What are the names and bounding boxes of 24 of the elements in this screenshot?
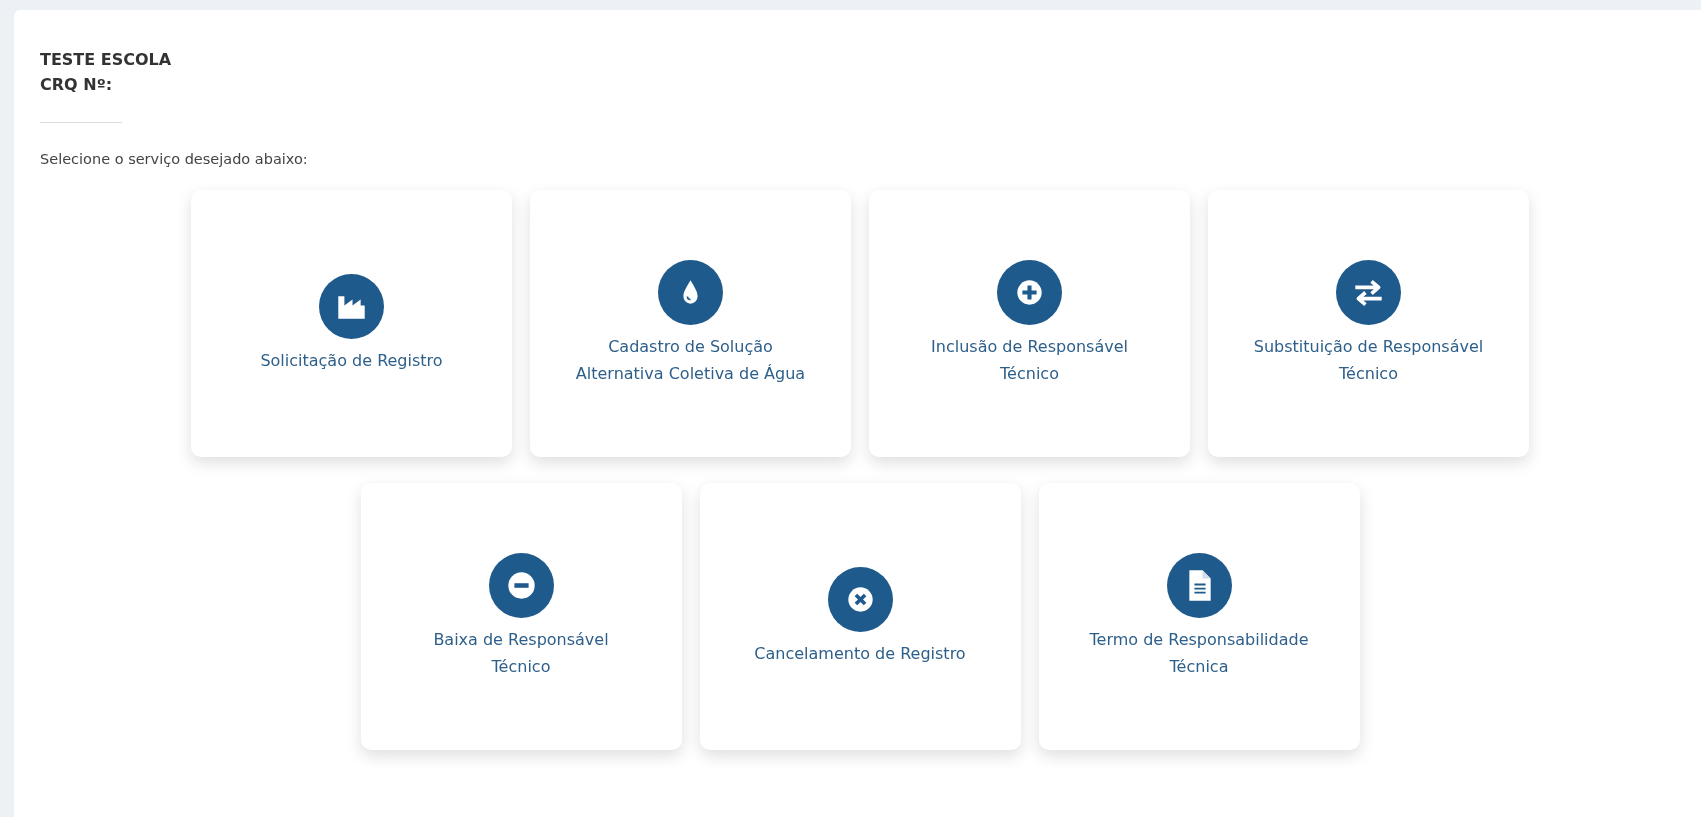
service-title: Inclusão de Responsável Técnico (931, 336, 1128, 385)
service-title: Cancelamento de Registro (754, 642, 966, 665)
add-icon (997, 260, 1062, 325)
close-icon (827, 566, 893, 632)
service-card[interactable]: Inclusão de Responsável Técnico (869, 190, 1190, 457)
drop-icon (658, 260, 723, 325)
service-card[interactable]: Solicitação de Registro (191, 190, 512, 457)
service-title: Substituição de Responsável Técnico (1253, 336, 1484, 385)
minus-icon (488, 553, 554, 618)
service-card[interactable]: Termo de Responsabilidade Técnica (1038, 483, 1360, 750)
service-card[interactable]: Substituição de Responsável Técnico (1208, 190, 1529, 457)
service-title: Termo de Responsabilidade Técnica (1089, 629, 1309, 678)
service-title: Baixa de Responsável Técnico (433, 629, 609, 678)
service-card[interactable]: Cadastro de Solução Alternativa Coletiva de Água (530, 190, 851, 457)
service-card[interactable]: Baixa de Responsável Técnico (360, 483, 682, 750)
document-icon (1166, 553, 1232, 618)
school-name: TESTE ESCOLA (40, 50, 172, 69)
instruction-text: Selecione o serviço desejado abaixo: (40, 151, 308, 167)
swap-arrows-icon (1336, 260, 1401, 325)
crq-label: CRQ Nº: (40, 75, 113, 94)
service-card[interactable]: Cancelamento de Registro (699, 483, 1021, 750)
service-title: Solicitação de Registro (260, 349, 443, 372)
factory-icon (319, 273, 384, 339)
service-title: Cadastro de Solução Alternativa Coletiva de Água (575, 336, 806, 385)
